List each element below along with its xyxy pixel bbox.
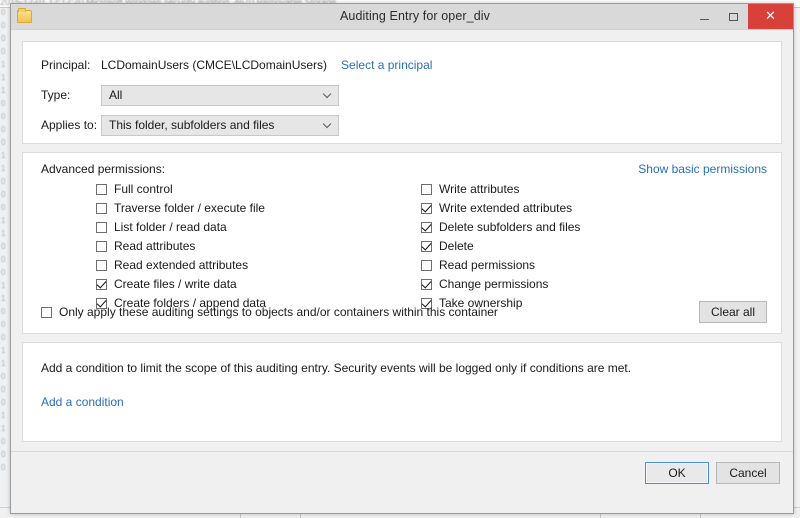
permission-label: Read attributes [114, 239, 196, 253]
folder-icon [11, 4, 37, 29]
permissions-footer: Only apply these auditing settings to ob… [41, 301, 767, 323]
permission-checkbox[interactable] [96, 240, 107, 252]
permission-checkbox[interactable] [96, 278, 107, 290]
only-apply-row[interactable]: Only apply these auditing settings to ob… [41, 305, 498, 319]
ok-button[interactable]: OK [645, 461, 709, 484]
permission-item[interactable]: Delete subfolders and files [421, 218, 721, 236]
permission-checkbox[interactable] [421, 240, 432, 252]
permission-checkbox[interactable] [96, 259, 107, 271]
permission-label: Full control [114, 182, 173, 196]
close-button[interactable]: ✕ [748, 4, 793, 29]
auditing-entry-dialog: Auditing Entry for oper_div ✕ Principal:… [10, 3, 794, 514]
permission-checkbox[interactable] [96, 202, 107, 214]
applies-to-label: Applies to: [41, 118, 98, 132]
permission-checkbox[interactable] [421, 259, 432, 271]
window-controls: ✕ [690, 4, 793, 29]
chevron-down-icon [324, 121, 331, 128]
permission-label: Read extended attributes [114, 258, 249, 272]
clear-all-button[interactable]: Clear all [699, 301, 767, 323]
permission-label: Delete [439, 239, 474, 253]
dialog-body: Principal: LCDomainUsers (CMCE\LCDomainU… [11, 30, 793, 513]
permission-item[interactable]: Full control [96, 180, 421, 198]
show-basic-permissions-link[interactable]: Show basic permissions [638, 162, 767, 176]
permission-checkbox[interactable] [96, 221, 107, 233]
type-dropdown-value: All [109, 88, 123, 102]
condition-description: Add a condition to limit the scope of th… [41, 361, 632, 375]
permission-checkbox[interactable] [421, 183, 432, 195]
dialog-titlebar[interactable]: Auditing Entry for oper_div ✕ [11, 4, 793, 30]
condition-panel: Add a condition to limit the scope of th… [22, 342, 782, 442]
minimize-button[interactable] [690, 4, 719, 29]
close-icon: ✕ [765, 9, 776, 24]
chevron-down-icon [324, 91, 331, 98]
permission-item[interactable]: Create files / write data [96, 275, 421, 293]
minimize-icon [700, 19, 709, 20]
permission-item[interactable]: Read attributes [96, 237, 421, 255]
type-label: Type: [41, 88, 71, 102]
permission-label: Delete subfolders and files [439, 220, 581, 234]
select-principal-link[interactable]: Select a principal [341, 58, 432, 72]
applies-to-row: Applies to: This folder, subfolders and … [41, 114, 763, 136]
permission-checkbox[interactable] [421, 221, 432, 233]
permission-checkbox[interactable] [421, 278, 432, 290]
permission-checkbox[interactable] [96, 183, 107, 195]
permission-item[interactable]: Write attributes [421, 180, 721, 198]
permission-label: Read permissions [439, 258, 536, 272]
permission-item[interactable]: Traverse folder / execute file [96, 199, 421, 217]
permission-item[interactable]: Delete [421, 237, 721, 255]
type-row: Type: All [41, 84, 763, 106]
maximize-icon [729, 12, 738, 21]
permission-label: List folder / read data [114, 220, 227, 234]
maximize-button[interactable] [719, 4, 748, 29]
permission-item[interactable]: Change permissions [421, 275, 721, 293]
permission-label: Change permissions [439, 277, 549, 291]
applies-to-dropdown-value: This folder, subfolders and files [109, 118, 275, 132]
principal-panel: Principal: LCDomainUsers (CMCE\LCDomainU… [22, 41, 782, 144]
permission-item[interactable]: Read extended attributes [96, 256, 421, 274]
applies-to-dropdown[interactable]: This folder, subfolders and files [101, 114, 339, 136]
principal-row: Principal: LCDomainUsers (CMCE\LCDomainU… [41, 55, 763, 75]
permission-label: Write attributes [439, 182, 520, 196]
only-apply-label: Only apply these auditing settings to ob… [59, 305, 498, 319]
dialog-footer: OK Cancel [11, 451, 793, 493]
permissions-right-column: Write attributes Write extended attribut… [421, 180, 721, 313]
permission-label: Write extended attributes [439, 201, 573, 215]
permissions-columns: Full control Traverse folder / execute f… [41, 180, 767, 313]
dialog-title: Auditing Entry for oper_div [339, 9, 490, 23]
permission-checkbox[interactable] [421, 202, 432, 214]
permission-item[interactable]: Read permissions [421, 256, 721, 274]
permissions-left-column: Full control Traverse folder / execute f… [96, 180, 421, 313]
permissions-heading: Advanced permissions: [41, 162, 166, 176]
permission-label: Create files / write data [114, 277, 237, 291]
permissions-header: Advanced permissions: Show basic permiss… [41, 162, 767, 176]
only-apply-checkbox[interactable] [41, 306, 52, 318]
permission-label: Traverse folder / execute file [114, 201, 265, 215]
add-condition-link[interactable]: Add a condition [41, 395, 124, 409]
principal-label: Principal: [41, 58, 91, 72]
principal-value: LCDomainUsers (CMCE\LCDomainUsers) [101, 58, 328, 72]
permission-item[interactable]: List folder / read data [96, 218, 421, 236]
permissions-panel: Advanced permissions: Show basic permiss… [22, 152, 782, 334]
permission-item[interactable]: Write extended attributes [421, 199, 721, 217]
cancel-button[interactable]: Cancel [716, 461, 780, 484]
type-dropdown[interactable]: All [101, 84, 339, 106]
